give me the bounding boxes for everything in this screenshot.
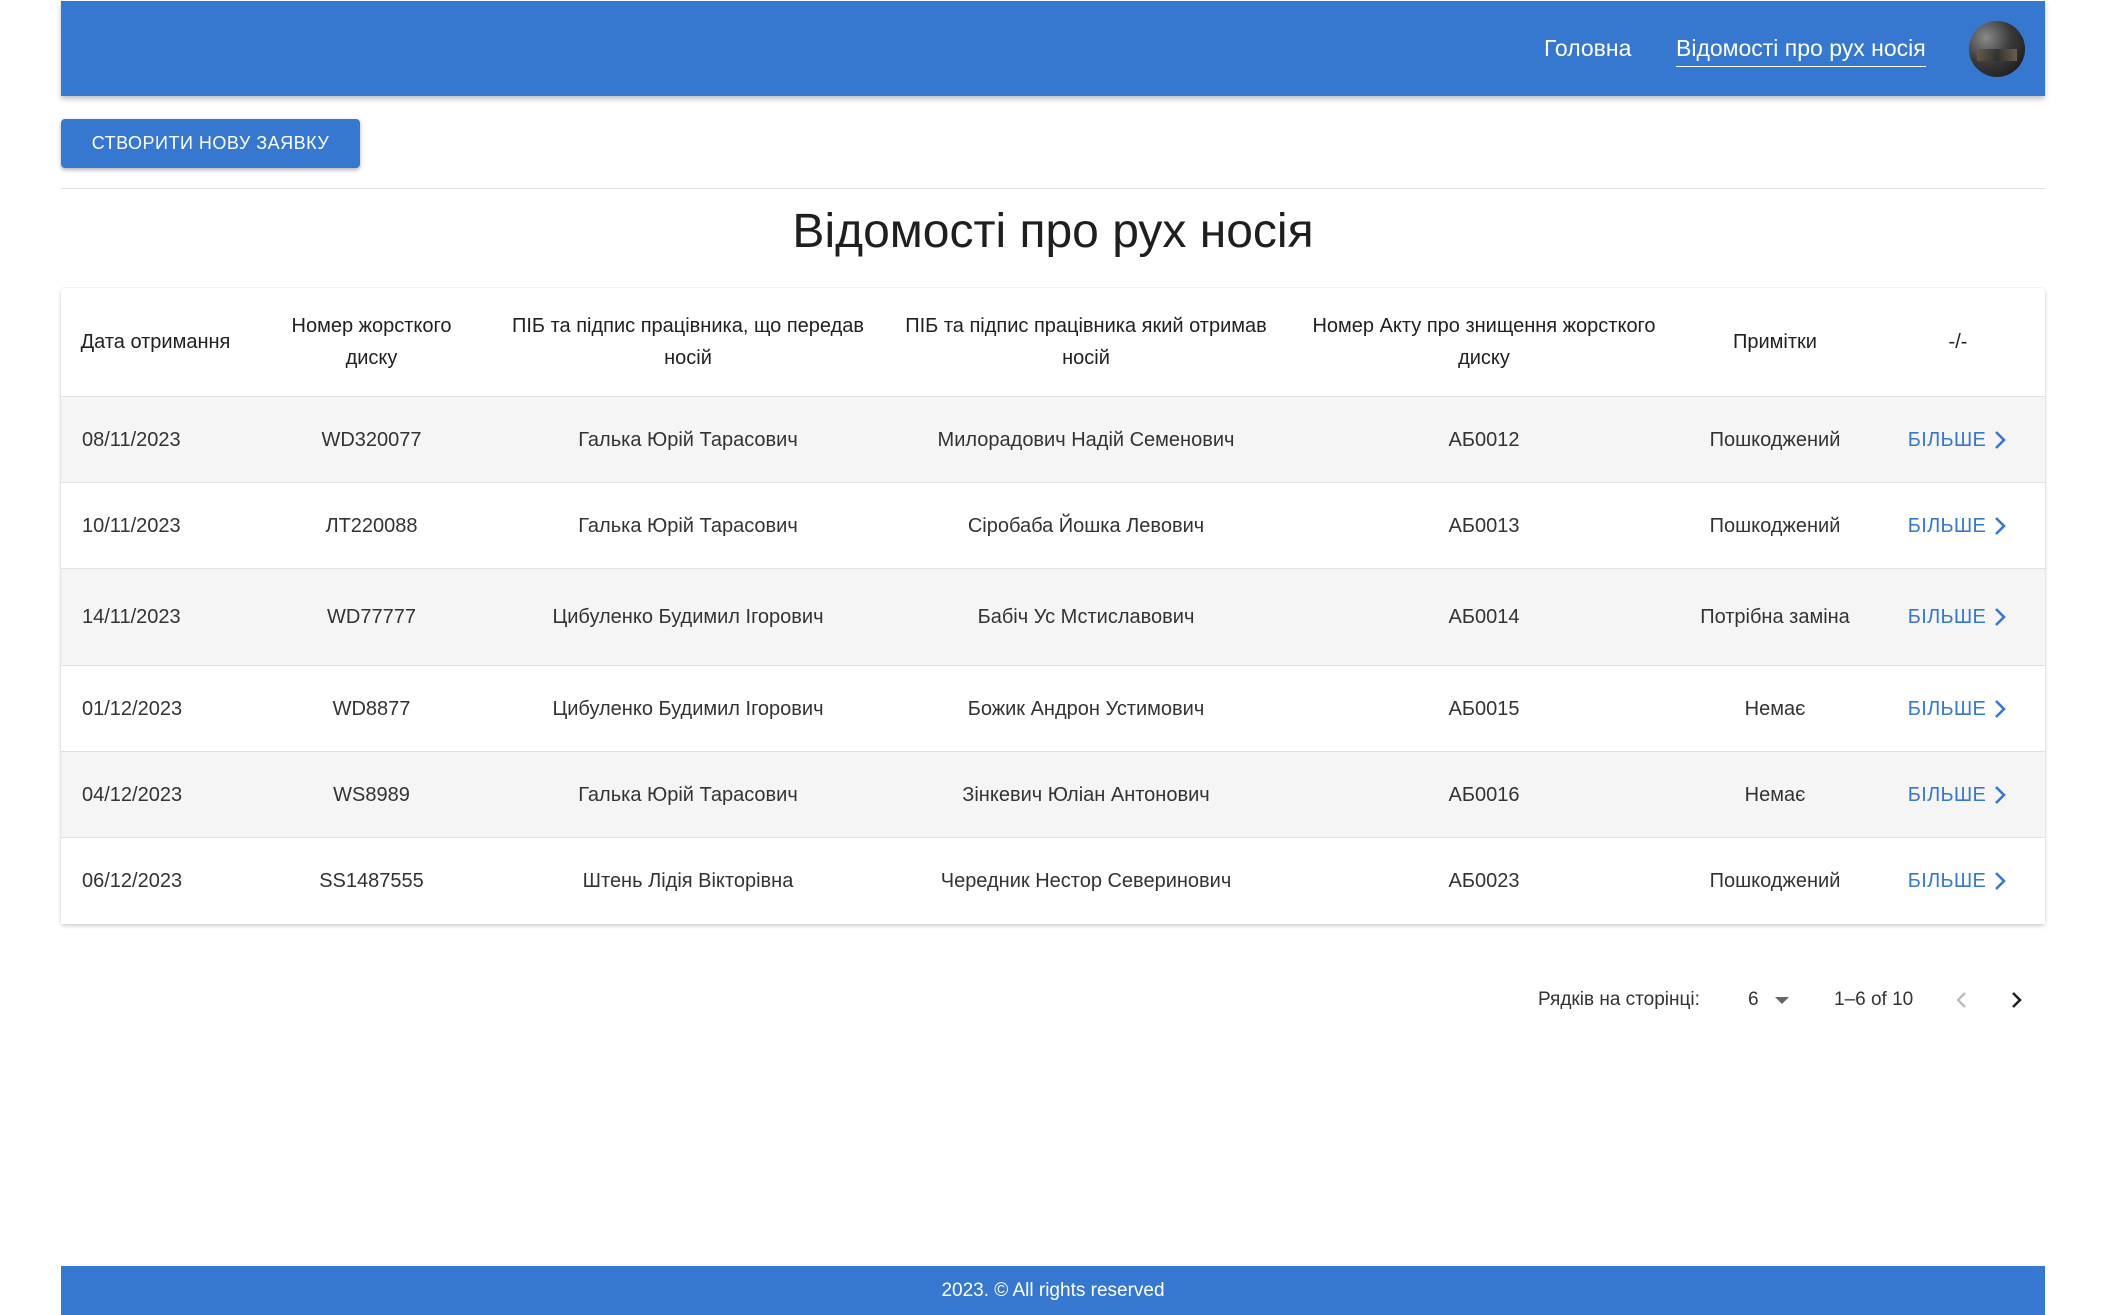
chevron-left-icon	[1956, 992, 1966, 1008]
more-button[interactable]: БІЛЬШЕ	[1908, 604, 2008, 630]
cell-action: БІЛЬШЕ	[1871, 396, 2045, 483]
more-button[interactable]: БІЛЬШЕ	[1908, 868, 2008, 894]
cell-act: АБ0014	[1289, 568, 1679, 666]
cell-disk: ЛТ220088	[250, 482, 493, 569]
cell-note: Немає	[1679, 665, 1871, 752]
records-table-container: Дата отримання Номер жорсткого диску ПІБ…	[61, 288, 2045, 924]
cell-disk: WD8877	[250, 665, 493, 752]
cell-sender: Цибуленко Будимил Ігорович	[493, 568, 883, 666]
cell-sender: Галька Юрій Тарасович	[493, 396, 883, 483]
column-header-act: Номер Акту про знищення жорсткого диску	[1289, 288, 1679, 397]
nav-link-home[interactable]: Головна	[1544, 1, 1631, 96]
cell-act: АБ0023	[1289, 837, 1679, 924]
page: Головна Відомості про рух носія СТВОРИТИ…	[0, 0, 2106, 1315]
cell-disk: WD320077	[250, 396, 493, 483]
create-request-button[interactable]: СТВОРИТИ НОВУ ЗАЯВКУ	[61, 119, 360, 168]
cell-act: АБ0013	[1289, 482, 1679, 569]
more-button[interactable]: БІЛЬШЕ	[1908, 696, 2008, 722]
caret-down-icon	[1774, 996, 1789, 1004]
cell-action: БІЛЬШЕ	[1871, 568, 2045, 666]
cell-action: БІЛЬШЕ	[1871, 665, 2045, 752]
cell-receiver: Сіробаба Йошка Левович	[883, 482, 1289, 569]
more-button[interactable]: БІЛЬШЕ	[1908, 513, 2008, 539]
table-row: 10/11/2023 ЛТ220088 Галька Юрій Тарасови…	[61, 482, 2045, 569]
cell-note: Потрібна заміна	[1679, 568, 1871, 666]
more-label: БІЛЬШЕ	[1907, 514, 1987, 537]
cell-note: Пошкоджений	[1679, 837, 1871, 924]
rows-per-page-value: 6	[1748, 989, 1759, 1010]
cell-note: Пошкоджений	[1679, 396, 1871, 483]
table-row: 08/11/2023 WD320077 Галька Юрій Тарасови…	[61, 396, 2045, 483]
column-header-sender: ПІБ та підпис працівника, що передав нос…	[493, 288, 883, 397]
records-table: Дата отримання Номер жорсткого диску ПІБ…	[61, 288, 2045, 924]
more-label: БІЛЬШЕ	[1907, 869, 1987, 892]
page-title: Відомості про рух носія	[792, 205, 1314, 258]
column-header-date: Дата отримання	[61, 288, 250, 397]
chevron-right-icon	[1995, 608, 2007, 626]
column-header-disk: Номер жорсткого диску	[250, 288, 493, 397]
cell-receiver: Чередник Нестор Северинович	[883, 837, 1289, 924]
table-header-row: Дата отримання Номер жорсткого диску ПІБ…	[61, 288, 2045, 397]
chevron-right-icon	[1995, 871, 2007, 890]
column-header-receiver: ПІБ та підпис працівника який отримав но…	[883, 288, 1289, 397]
top-app-bar: Головна Відомості про рух носія	[61, 1, 2045, 96]
cell-sender: Галька Юрій Тарасович	[493, 482, 883, 569]
cell-date: 08/11/2023	[61, 396, 250, 483]
cell-sender: Цибуленко Будимил Ігорович	[493, 665, 883, 752]
cell-disk: WS8989	[250, 751, 493, 838]
footer-copyright: 2023. © All rights reserved	[941, 1280, 1165, 1301]
cell-receiver: Божик Андрон Устимович	[883, 665, 1289, 752]
cell-date: 01/12/2023	[61, 665, 250, 752]
cell-action: БІЛЬШЕ	[1871, 482, 2045, 569]
cell-note: Пошкоджений	[1679, 482, 1871, 569]
more-label: БІЛЬШЕ	[1907, 783, 1987, 806]
chevron-right-icon	[1995, 430, 2007, 449]
cell-act: АБ0016	[1289, 751, 1679, 838]
chevron-right-icon	[1995, 785, 2007, 804]
cell-date: 04/12/2023	[61, 751, 250, 838]
cell-action: БІЛЬШЕ	[1871, 837, 2045, 924]
more-label: БІЛЬШЕ	[1907, 697, 1987, 720]
cell-disk: WD77777	[250, 568, 493, 666]
more-button[interactable]: БІЛЬШЕ	[1908, 782, 2008, 808]
nav-link-records-label: Відомості про рух носія	[1676, 35, 1926, 67]
footer: 2023. © All rights reserved	[61, 1266, 2045, 1315]
column-header-actions: -/-	[1871, 288, 2045, 397]
cell-receiver: Милорадович Надій Семенович	[883, 396, 1289, 483]
more-button[interactable]: БІЛЬШЕ	[1908, 427, 2008, 453]
rows-per-page-select[interactable]: 6	[1748, 983, 1789, 1017]
cell-sender: Штень Лідія Вікторівна	[493, 837, 883, 924]
cell-act: АБ0015	[1289, 665, 1679, 752]
more-label: БІЛЬШЕ	[1907, 606, 1987, 628]
more-label: БІЛЬШЕ	[1907, 428, 1987, 451]
cell-note: Немає	[1679, 751, 1871, 838]
divider	[61, 188, 2045, 189]
table-row: 01/12/2023 WD8877 Цибуленко Будимил Ігор…	[61, 665, 2045, 752]
cell-disk: SS1487555	[250, 837, 493, 924]
previous-page-button[interactable]	[1945, 983, 1979, 1017]
pagination-range: 1–6 of 10	[1834, 989, 1914, 1010]
avatar[interactable]	[1969, 21, 2025, 77]
cell-receiver: Зінкевич Юліан Антонович	[883, 751, 1289, 838]
cell-date: 14/11/2023	[61, 568, 250, 666]
cell-receiver: Бабіч Ус Мстиславович	[883, 568, 1289, 666]
cell-act: АБ0012	[1289, 396, 1679, 483]
table-row: 06/12/2023 SS1487555 Штень Лідія Вікторі…	[61, 837, 2045, 924]
chevron-right-icon	[2012, 992, 2022, 1008]
cell-sender: Галька Юрій Тарасович	[493, 751, 883, 838]
cell-date: 10/11/2023	[61, 482, 250, 569]
chevron-right-icon	[1995, 516, 2007, 535]
table-row: 04/12/2023 WS8989 Галька Юрій Тарасович …	[61, 751, 2045, 838]
chevron-right-icon	[1995, 699, 2007, 718]
column-header-notes: Примітки	[1679, 288, 1871, 397]
table-row: 14/11/2023 WD77777 Цибуленко Будимил Іго…	[61, 568, 2045, 666]
nav-link-records[interactable]: Відомості про рух носія	[1676, 1, 1926, 96]
cell-action: БІЛЬШЕ	[1871, 751, 2045, 838]
next-page-button[interactable]	[1999, 983, 2033, 1017]
cell-date: 06/12/2023	[61, 837, 250, 924]
rows-per-page-label: Рядків на сторінці:	[1538, 989, 1700, 1010]
